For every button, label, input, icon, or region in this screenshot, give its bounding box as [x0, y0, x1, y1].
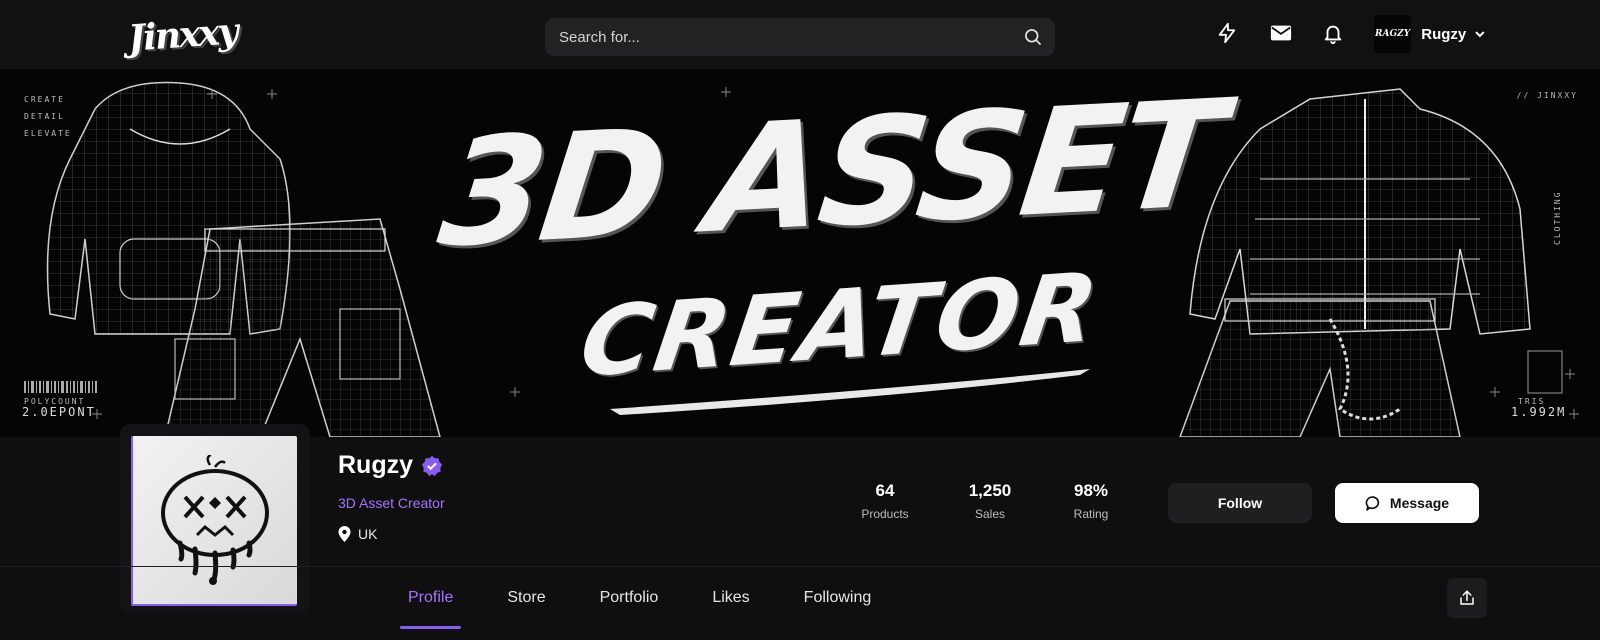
message-button-label: Message	[1389, 495, 1450, 511]
tab-profile[interactable]: Profile	[400, 567, 462, 629]
jinxxy-logo[interactable]: Jinxxy	[127, 10, 238, 59]
tab-following[interactable]: Following	[796, 567, 880, 629]
stat-value: 98%	[1073, 481, 1109, 500]
stat-value: 1,250	[968, 481, 1012, 500]
puffer-jacket-illustration	[1189, 88, 1531, 335]
user-menu[interactable]: RAGZY Rugzy	[1374, 14, 1486, 54]
share-button[interactable]	[1447, 578, 1487, 618]
logo-text: Jinxxy	[126, 10, 239, 60]
profile-name: Rugzy	[338, 451, 413, 479]
banner-left-tags: CREATE DETAIL ELEVATE	[24, 91, 72, 142]
search-bar[interactable]	[545, 18, 1055, 56]
chevron-down-icon[interactable]	[1474, 28, 1486, 40]
banner-tris-value: 1.992M	[1511, 405, 1567, 419]
profile-location: UK	[338, 526, 377, 542]
stat-products: 64 Products	[850, 481, 920, 521]
bell-icon[interactable]	[1320, 20, 1346, 46]
follow-button[interactable]: Follow	[1168, 483, 1312, 523]
profile-role: 3D Asset Creator	[338, 495, 445, 511]
share-icon	[1460, 590, 1474, 605]
banner-tag: ELEVATE	[24, 129, 72, 138]
profile-banner: CREATE DETAIL ELEVATE // JINXXY CLOTHING…	[0, 69, 1600, 437]
stat-sales: 1,250 Sales	[955, 481, 1025, 521]
profile-tabs: Profile Store Portfolio Likes Following	[400, 567, 917, 640]
location-pin-icon	[338, 526, 351, 542]
profile-name-row: Rugzy	[338, 451, 443, 480]
barcode-graphic	[24, 381, 97, 393]
banner-tag: DETAIL	[24, 112, 65, 121]
search-input[interactable]	[545, 18, 1015, 56]
mail-icon[interactable]	[1268, 20, 1294, 46]
banner-side-tag: CLOTHING	[1553, 190, 1562, 245]
banner-right-tag: // JINXXY	[1516, 91, 1578, 100]
tab-store[interactable]: Store	[499, 567, 553, 629]
banner-tag: CREATE	[24, 95, 65, 104]
chain-pants-illustration	[1179, 298, 1461, 437]
user-name: Rugzy	[1421, 25, 1467, 43]
stat-value: 64	[875, 481, 895, 500]
lightning-icon[interactable]	[1214, 20, 1240, 46]
stat-label: Sales	[974, 507, 1006, 521]
profile-section: Rugzy 3D Asset Creator UK 64 Products 1,…	[0, 424, 1600, 640]
message-button[interactable]: Message	[1335, 483, 1479, 523]
tab-portfolio[interactable]: Portfolio	[592, 567, 667, 629]
profile-location-text: UK	[358, 526, 378, 542]
chat-bubble-icon	[1365, 495, 1380, 511]
tab-likes[interactable]: Likes	[704, 567, 757, 629]
stat-label: Rating	[1073, 507, 1109, 521]
stat-rating: 98% Rating	[1056, 481, 1126, 521]
top-nav: Jinxxy RAGZY Rugzy	[0, 0, 1600, 69]
stat-label: Products	[861, 507, 909, 521]
cargo-pants-illustration	[164, 218, 441, 437]
spec-box-graphic	[1527, 350, 1563, 394]
user-avatar-text: RAGZY	[1375, 29, 1411, 39]
profile-avatar[interactable]	[131, 436, 297, 606]
search-icon[interactable]	[1023, 27, 1043, 47]
user-avatar[interactable]: RAGZY	[1374, 15, 1412, 53]
verified-badge-icon	[421, 455, 443, 476]
banner-polycount-value: 2.0EPONT	[22, 405, 96, 419]
